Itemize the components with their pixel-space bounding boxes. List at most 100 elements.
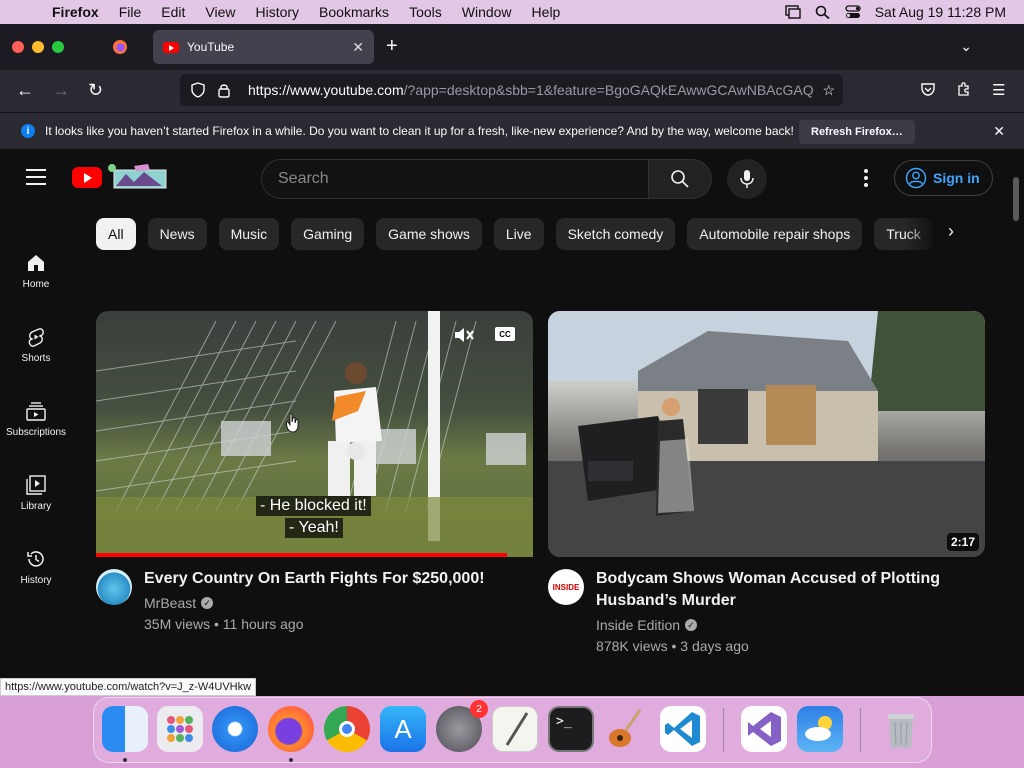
vscode-logo-icon [665,712,700,746]
page-scrollbar[interactable] [1013,177,1019,221]
pinned-tab-firefox[interactable] [106,33,134,61]
dock-safari-icon[interactable] [212,706,258,752]
chip-game-shows[interactable]: Game shows [376,218,482,250]
url-text[interactable]: https://www.youtube.com/?app=desktop&sbb… [248,82,818,98]
chip-gaming[interactable]: Gaming [291,218,365,250]
menu-view[interactable]: View [195,4,245,20]
refresh-firefox-button[interactable]: Refresh Firefox… [799,120,915,144]
dock-separator [723,708,724,752]
mute-icon[interactable] [453,325,475,345]
subtitle-line-2: - Yeah! [285,518,343,538]
video-title-2[interactable]: Bodycam Shows Woman Accused of Plotting … [596,568,986,612]
sidebar-item-shorts[interactable]: Shorts [0,327,72,364]
sidebar-item-subscriptions[interactable]: Subscriptions [0,401,72,438]
channel-name-text: Inside Edition [596,617,681,633]
history-icon [27,551,44,567]
menu-help[interactable]: Help [522,4,571,20]
close-window-button[interactable] [12,41,24,53]
dock-chrome-icon[interactable] [324,706,370,752]
voice-search-button[interactable] [727,159,767,199]
channel-name-2[interactable]: Inside Edition ✓ [596,617,698,633]
navigation-toolbar: ← → ↻ https://www.youtube.com/?app=deskt… [0,70,1024,112]
dock-vscode-icon[interactable] [660,706,706,752]
menu-bookmarks[interactable]: Bookmarks [309,4,399,20]
url-host: https://www.youtube.com [248,82,404,98]
sidebar-item-label: Library [20,501,52,512]
chip-all[interactable]: All [96,218,136,250]
chip-news[interactable]: News [147,218,207,250]
menu-history[interactable]: History [245,4,309,20]
tab-strip: YouTube ✕ + ⌄ [0,24,1024,70]
list-all-tabs-icon[interactable]: ⌄ [960,38,972,55]
dock-app-store-icon[interactable]: A [380,706,426,752]
menu-tools[interactable]: Tools [399,4,452,20]
screen-mirroring-icon[interactable] [785,5,801,19]
menu-window[interactable]: Window [452,4,522,20]
closed-captions-icon[interactable]: CC [495,327,515,341]
lock-icon[interactable] [216,82,232,98]
app-menu-icon[interactable]: ☰ [992,81,1005,99]
dock-textedit-icon[interactable] [492,706,538,752]
youtube-doodle-logo[interactable] [104,162,168,190]
menu-file[interactable]: File [109,4,152,20]
video-thumbnail-1[interactable]: CC - He blocked it! - Yeah! [96,311,533,557]
dock-trash-icon[interactable] [878,706,924,752]
bookmark-star-icon[interactable]: ☆ [822,82,835,99]
chip-automobile-repair-shops[interactable]: Automobile repair shops [687,218,863,250]
firefox-window: YouTube ✕ + ⌄ ← → ↻ https://www.youtube.… [0,24,1024,696]
close-tab-icon[interactable]: ✕ [352,39,364,56]
search-button[interactable] [648,159,712,199]
library-icon [26,475,46,495]
dock-system-settings-icon[interactable]: 2 [436,700,488,752]
tab-youtube[interactable]: YouTube ✕ [153,30,374,64]
video-thumbnail-2[interactable]: 2:17 [548,311,985,557]
control-center-icon[interactable] [845,5,861,19]
settings-more-icon[interactable] [864,169,868,190]
channel-avatar-mrbeast[interactable] [96,569,132,605]
dock-launchpad-icon[interactable] [157,706,203,752]
zoom-window-button[interactable] [52,41,64,53]
search-input[interactable]: Search [261,159,649,199]
sidebar-item-library[interactable]: Library [0,475,72,512]
sign-in-label: Sign in [933,170,980,186]
chip-music[interactable]: Music [218,218,280,250]
microphone-icon [740,170,754,188]
dock-firefox-icon[interactable] [268,706,314,752]
tracking-protection-shield-icon[interactable] [190,82,206,98]
guide-menu-icon[interactable] [26,169,46,190]
chip-live[interactable]: Live [493,218,544,250]
filter-chips-bar: All News Music Gaming Game shows Live Sk… [96,218,933,250]
menubar-clock[interactable]: Sat Aug 19 11:28 PM [875,4,1006,20]
channel-name-1[interactable]: MrBeast ✓ [144,595,214,611]
dock-weather-icon[interactable] [797,706,843,752]
video-title-1[interactable]: Every Country On Earth Fights For $250,0… [144,568,534,590]
pocket-icon[interactable] [920,81,936,97]
sidebar-item-home[interactable]: Home [0,253,72,290]
channel-avatar-inside-edition[interactable]: INSIDE [548,569,584,605]
verified-check-icon: ✓ [201,597,214,609]
video-title-2-line-2: Husband’s Murder [596,592,736,609]
forward-icon[interactable]: → [52,80,70,101]
menu-edit[interactable]: Edit [151,4,195,20]
chip-sketch-comedy[interactable]: Sketch comedy [555,218,676,250]
new-tab-icon[interactable]: + [386,36,398,56]
sign-in-button[interactable]: Sign in [894,160,993,196]
sidebar-item-history[interactable]: History [0,549,72,586]
chevron-right-icon[interactable]: › [948,221,954,242]
house-driveway-scene [548,311,985,557]
sidebar-item-label: History [20,575,52,586]
dock-finder-icon[interactable] [102,706,148,752]
back-icon[interactable]: ← [16,80,34,101]
dock-visual-studio-icon[interactable] [741,706,787,752]
reload-icon[interactable]: ↻ [88,80,103,101]
spotlight-search-icon[interactable] [815,5,831,19]
dock-terminal-icon[interactable]: >_ [548,706,594,752]
close-notification-icon[interactable]: ✕ [993,123,1005,140]
youtube-logo-icon[interactable] [72,167,102,188]
dock-garageband-icon[interactable] [604,706,650,752]
minimize-window-button[interactable] [32,41,44,53]
extensions-puzzle-icon[interactable] [956,81,972,97]
sidebar-item-label: Shorts [21,353,51,364]
menu-app-firefox[interactable]: Firefox [38,4,109,20]
address-bar[interactable]: https://www.youtube.com/?app=desktop&sbb… [180,74,843,106]
